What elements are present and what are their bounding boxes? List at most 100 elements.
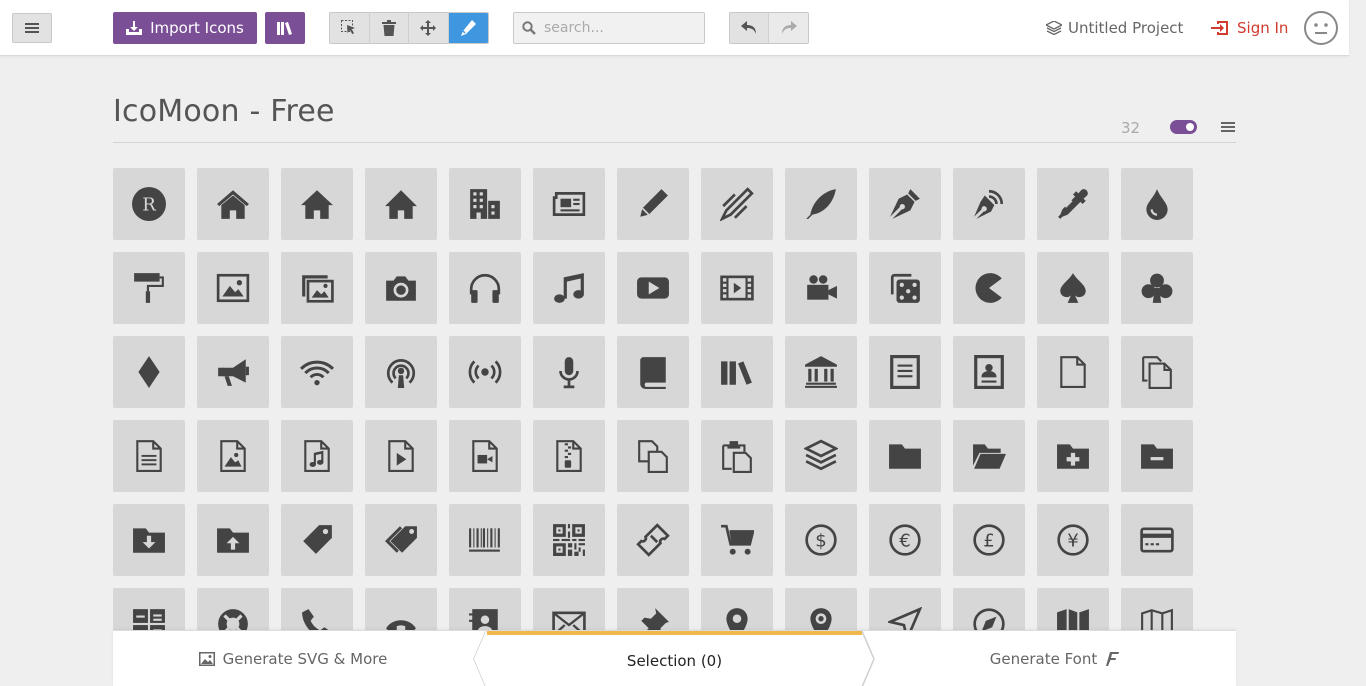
sign-in-link[interactable]: Sign In: [1211, 17, 1288, 39]
icon-tile-video-camera[interactable]: [785, 252, 857, 324]
icon-tile-clubs[interactable]: [1121, 252, 1193, 324]
icon-tile-feed[interactable]: [449, 336, 521, 408]
icon-tile-home[interactable]: [197, 168, 269, 240]
icon-tile-ticket[interactable]: [617, 504, 689, 576]
icon-tile-credit-card[interactable]: [1121, 504, 1193, 576]
icon-tile-folder-minus[interactable]: [1121, 420, 1193, 492]
icon-tile-folder-upload[interactable]: [197, 504, 269, 576]
delete-tool-button[interactable]: [369, 13, 409, 43]
icon-tile-barcode[interactable]: [449, 504, 521, 576]
bullhorn-icon: [218, 359, 249, 386]
file-empty-icon: [1060, 356, 1086, 388]
icon-tile-folder-plus[interactable]: [1037, 420, 1109, 492]
icon-tile-file-picture[interactable]: [197, 420, 269, 492]
set-visibility-toggle[interactable]: [1170, 120, 1197, 134]
mic-icon: [559, 357, 579, 389]
set-menu-icon[interactable]: [1221, 122, 1235, 132]
icon-tile-file-text2[interactable]: [113, 420, 185, 492]
icon-tile-droplet[interactable]: [1121, 168, 1193, 240]
user-avatar[interactable]: [1304, 11, 1338, 45]
icon-tile-file-text[interactable]: [869, 336, 941, 408]
project-switcher[interactable]: Untitled Project: [1046, 17, 1183, 39]
icon-tile-play[interactable]: [617, 252, 689, 324]
generate-font-tab[interactable]: Generate Font: [873, 631, 1236, 686]
icon-tile-blog[interactable]: [953, 168, 1025, 240]
home2-icon: [301, 190, 333, 219]
icon-tile-file-empty[interactable]: [1037, 336, 1109, 408]
file-zip-icon: [556, 440, 582, 472]
icon-tile-paste[interactable]: [701, 420, 773, 492]
edit-tool-button[interactable]: [448, 13, 488, 43]
icon-tile-stack[interactable]: [785, 420, 857, 492]
qrcode-icon: [553, 524, 585, 556]
undo-button[interactable]: [730, 13, 770, 43]
icon-tile-quill[interactable]: [785, 168, 857, 240]
icon-tile-folder[interactable]: [869, 420, 941, 492]
top-toolbar: Import Icons Untitled Project: [0, 0, 1349, 56]
icon-tile-price-tag[interactable]: [281, 504, 353, 576]
icon-tile-file-zip[interactable]: [533, 420, 605, 492]
icon-tile-coin-yen[interactable]: ¥: [1037, 504, 1109, 576]
icon-tile-pacman[interactable]: [953, 252, 1025, 324]
icon-tile-spades[interactable]: [1037, 252, 1109, 324]
icon-tile-folder-download[interactable]: [113, 504, 185, 576]
icon-tile-profile[interactable]: [953, 336, 1025, 408]
icon-tile-copy[interactable]: [617, 420, 689, 492]
generate-svg-tab[interactable]: Generate SVG & More: [113, 631, 473, 686]
icon-tile-office[interactable]: [449, 168, 521, 240]
icon-tile-coin-euro[interactable]: €: [869, 504, 941, 576]
redo-button[interactable]: [769, 13, 808, 43]
icon-tile-bullhorn[interactable]: [197, 336, 269, 408]
icon-tile-camera[interactable]: [365, 252, 437, 324]
icon-tile-library[interactable]: [785, 336, 857, 408]
video-camera-icon: [807, 275, 837, 300]
import-icons-button[interactable]: Import Icons: [113, 12, 257, 44]
icon-tile-connection[interactable]: [281, 336, 353, 408]
move-tool-button[interactable]: [409, 13, 449, 43]
icon-tile-pencil2[interactable]: [701, 168, 773, 240]
selection-tab[interactable]: Selection (0): [487, 631, 862, 686]
main-menu-button[interactable]: [12, 13, 52, 43]
icon-tile-file-music[interactable]: [281, 420, 353, 492]
icon-tile-newspaper[interactable]: [533, 168, 605, 240]
icon-tile-diamonds[interactable]: [113, 336, 185, 408]
icon-tile-file-play[interactable]: [365, 420, 437, 492]
icon-tile-dice[interactable]: [869, 252, 941, 324]
icon-tile-headphones[interactable]: [449, 252, 521, 324]
folder-minus-icon: [1141, 444, 1173, 469]
icon-tile-qrcode[interactable]: [533, 504, 605, 576]
icon-tile-pen[interactable]: [869, 168, 941, 240]
icon-tile-books[interactable]: [701, 336, 773, 408]
icon-tile-price-tags[interactable]: [365, 504, 437, 576]
icon-tile-cart[interactable]: [701, 504, 773, 576]
file-picture-icon: [220, 440, 246, 472]
icon-tile-cx-logo[interactable]: R: [113, 168, 185, 240]
icon-tile-images[interactable]: [281, 252, 353, 324]
library-icon: [805, 356, 837, 388]
search-input[interactable]: [544, 20, 694, 36]
icon-tile-coin-pound[interactable]: £: [953, 504, 1025, 576]
music-icon: [554, 273, 584, 303]
icon-tile-eyedropper[interactable]: [1037, 168, 1109, 240]
icon-tile-book[interactable]: [617, 336, 689, 408]
icon-tile-folder-open[interactable]: [953, 420, 1025, 492]
icon-tile-home2[interactable]: [281, 168, 353, 240]
icon-tile-paint-format[interactable]: [113, 252, 185, 324]
file-music-icon: [304, 440, 330, 472]
folder-open-icon: [973, 444, 1006, 469]
icon-tile-home3[interactable]: [365, 168, 437, 240]
icon-tile-music[interactable]: [533, 252, 605, 324]
office-icon: [470, 189, 500, 219]
pencil2-icon: [720, 187, 754, 221]
icon-tile-image[interactable]: [197, 252, 269, 324]
select-tool-button[interactable]: [330, 13, 370, 43]
icon-library-button[interactable]: [265, 12, 305, 44]
icon-tile-podcast[interactable]: [365, 336, 437, 408]
icon-tile-file-video[interactable]: [449, 420, 521, 492]
icon-tile-files-empty[interactable]: [1121, 336, 1193, 408]
icon-tile-film[interactable]: [701, 252, 773, 324]
icon-tile-coin-dollar[interactable]: $: [785, 504, 857, 576]
icon-tile-pencil[interactable]: [617, 168, 689, 240]
trash-icon: [381, 20, 396, 36]
icon-tile-mic[interactable]: [533, 336, 605, 408]
